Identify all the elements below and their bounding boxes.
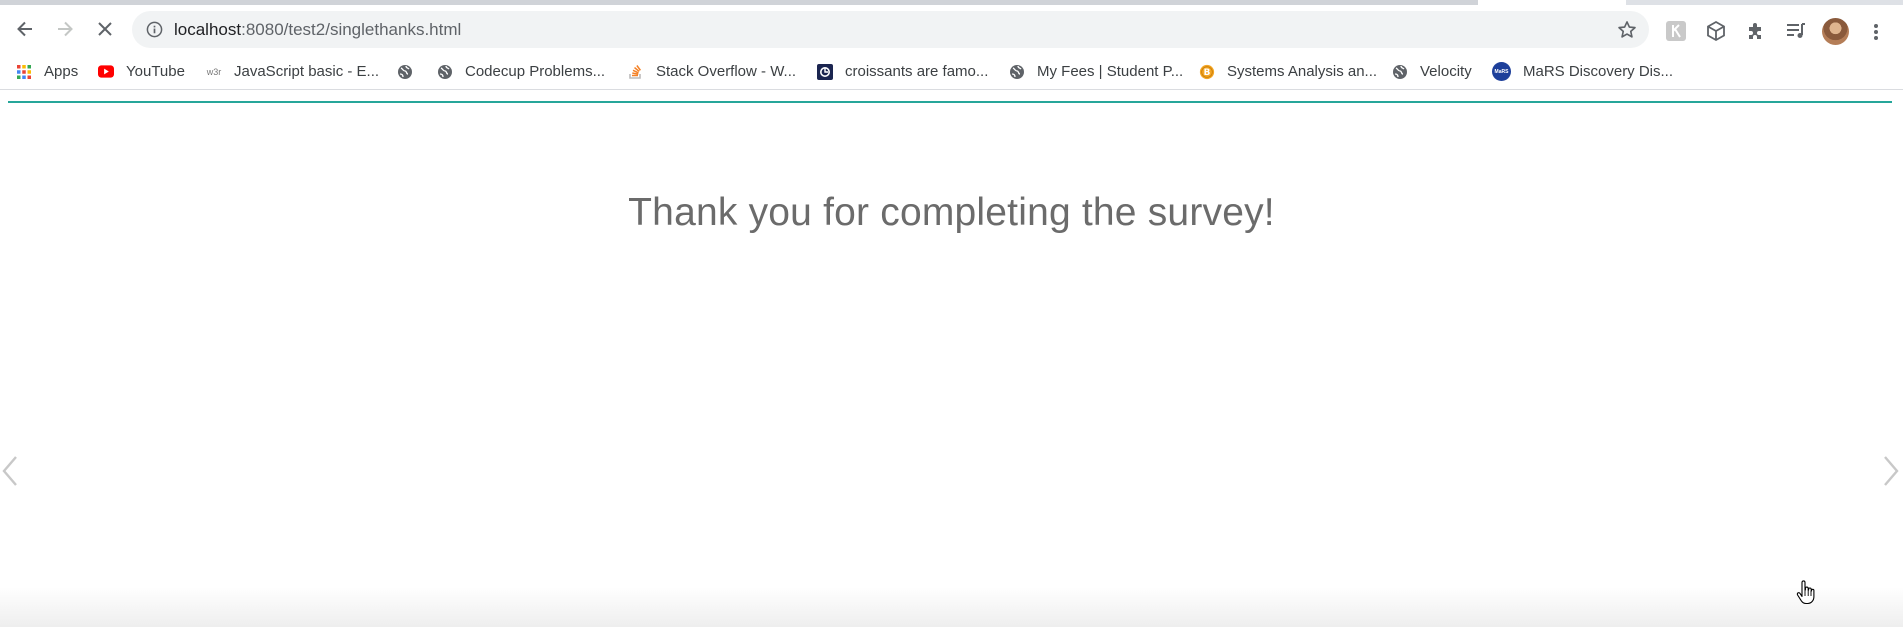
bookmark-globe[interactable] (397, 58, 413, 85)
url-text[interactable]: localhost:8080/test2/singlethanks.html (174, 20, 461, 39)
browser-menu-button[interactable] (1866, 20, 1886, 44)
bookmark-star-icon[interactable] (1616, 19, 1638, 41)
url-path: :8080/test2/singlethanks.html (241, 20, 462, 39)
apps-grid-icon (16, 64, 32, 80)
bookmark-javascript-basic[interactable]: w3r JavaScript basic - E... (204, 58, 379, 85)
back-arrow-icon (17, 21, 32, 37)
bookmark-stack-overflow[interactable]: Stack Overflow - W... (628, 58, 796, 85)
menu-dot-icon (1874, 36, 1878, 40)
svg-text:B: B (1204, 68, 1211, 78)
bookmark-label: croissants are famo... (845, 63, 989, 80)
chevron-left-icon[interactable] (0, 451, 22, 491)
back-button[interactable] (11, 15, 39, 43)
playlist-icon (1787, 23, 1805, 38)
page-title: Thank you for completing the survey! (628, 191, 1275, 234)
mars-icon: MaRS (1492, 62, 1511, 81)
bookmark-my-fees[interactable]: My Fees | Student P... (1009, 58, 1183, 85)
bottom-fade (0, 587, 1903, 627)
stackoverflow-icon (628, 64, 644, 80)
profile-avatar[interactable] (1822, 18, 1849, 45)
media-controls-button[interactable] (1784, 19, 1808, 43)
stop-loading-button[interactable] (91, 15, 119, 43)
page-content: Thank you for completing the survey! (0, 91, 1903, 627)
accent-divider (8, 101, 1892, 103)
extension-button[interactable] (1664, 19, 1688, 43)
bookmark-codecup[interactable]: Codecup Problems... (437, 58, 605, 85)
extensions-button[interactable] (1744, 19, 1768, 43)
hand-cursor-icon (1796, 580, 1815, 605)
bookmark-label: My Fees | Student P... (1037, 63, 1184, 80)
browser-toolbar: localhost:8080/test2/singlethanks.html (0, 5, 1903, 54)
globe-icon (397, 64, 413, 80)
bookmarks-bar: Apps YouTube w3r JavaScript basic - E...… (0, 54, 1903, 90)
bookmark-label: JavaScript basic - E... (234, 63, 380, 80)
url-host: localhost (174, 20, 242, 39)
menu-dot-icon (1874, 24, 1878, 28)
bookmark-croissants[interactable]: croissants are famo... (817, 58, 988, 85)
bookmark-systems-analysis[interactable]: B Systems Analysis an... (1199, 58, 1377, 85)
menu-dot-icon (1874, 30, 1878, 34)
bookmark-label: Velocity (1420, 63, 1472, 80)
globe-icon (1392, 64, 1408, 80)
youtube-icon (98, 64, 114, 80)
close-icon (98, 22, 112, 36)
coin-icon: B (1199, 64, 1215, 80)
globe-icon (437, 64, 453, 80)
extension-cube-button[interactable] (1704, 19, 1728, 43)
bookmark-velocity[interactable]: Velocity (1392, 58, 1472, 85)
forward-arrow-icon (58, 21, 73, 37)
bookmark-label: Apps (44, 63, 79, 80)
forward-button[interactable] (51, 15, 79, 43)
chevron-right-icon[interactable] (1879, 451, 1901, 491)
cube-icon (1707, 20, 1725, 42)
bookmark-label: Systems Analysis an... (1227, 63, 1378, 80)
w3r-icon: w3r (206, 66, 222, 77)
puzzle-icon (1749, 23, 1761, 39)
croissant-site-icon (817, 63, 833, 80)
info-icon[interactable] (146, 21, 163, 38)
bookmark-label: Codecup Problems... (465, 63, 606, 80)
address-bar[interactable]: localhost:8080/test2/singlethanks.html (132, 11, 1649, 48)
bookmark-label: Stack Overflow - W... (656, 63, 797, 80)
bookmark-label: YouTube (126, 63, 185, 80)
globe-icon (1009, 64, 1025, 80)
bookmark-mars-discovery[interactable]: MaRS MaRS Discovery Dis... (1492, 58, 1673, 85)
bookmark-apps[interactable]: Apps (16, 58, 78, 85)
extension-k-icon (1666, 21, 1686, 41)
bookmark-youtube[interactable]: YouTube (98, 58, 185, 85)
bookmark-label: MaRS Discovery Dis... (1523, 63, 1674, 80)
